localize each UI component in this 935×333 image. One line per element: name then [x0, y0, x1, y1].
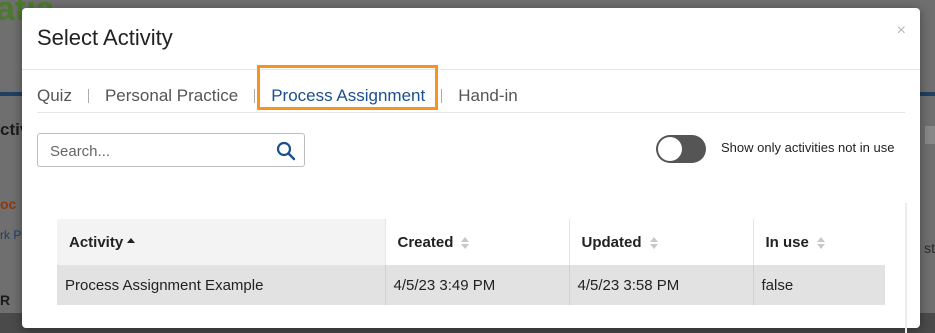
tab-separator — [441, 89, 443, 103]
tab-hand-in[interactable]: Hand-in — [458, 86, 518, 106]
background-corner-icon — [925, 126, 935, 144]
sort-ascending-icon — [127, 237, 136, 243]
scrollbar[interactable] — [905, 203, 907, 333]
column-header-in-use[interactable]: In use — [753, 219, 885, 265]
close-icon[interactable]: × — [897, 22, 906, 40]
background-bottom-text: R — [0, 292, 11, 308]
dialog-title: Select Activity — [37, 25, 173, 50]
sort-icon — [649, 236, 658, 249]
sort-icon — [461, 236, 470, 249]
tab-quiz[interactable]: Quiz — [37, 86, 72, 106]
sort-icon — [816, 236, 825, 249]
column-header-updated[interactable]: Updated — [569, 219, 754, 265]
background-right-text: st — [924, 240, 935, 256]
column-label: Updated — [581, 233, 642, 251]
table-row[interactable]: Process Assignment Example 4/5/23 3:49 P… — [57, 265, 885, 305]
not-in-use-toggle[interactable] — [656, 135, 706, 163]
table-header-row: Activity Created Updated In use — [57, 219, 885, 265]
cell-activity: Process Assignment Example — [57, 265, 386, 305]
header-divider — [22, 69, 920, 70]
background-orange-text: oc — [0, 196, 17, 212]
toggle-label: Show only activities not in use — [721, 140, 895, 155]
tabs-divider — [37, 112, 905, 113]
cell-updated: 4/5/23 3:58 PM — [569, 265, 754, 305]
activities-table: Activity Created Updated In use Process … — [57, 219, 885, 305]
toggle-knob — [658, 137, 682, 161]
cell-created: 4/5/23 3:49 PM — [385, 265, 570, 305]
cell-in-use: false — [753, 265, 885, 305]
column-header-activity[interactable]: Activity — [57, 219, 386, 265]
tab-separator — [254, 89, 256, 103]
tab-process-assignment[interactable]: Process Assignment — [271, 86, 425, 106]
column-header-created[interactable]: Created — [385, 219, 570, 265]
search-box — [37, 133, 305, 167]
column-label: Activity — [69, 233, 124, 251]
column-label: In use — [765, 233, 809, 251]
select-activity-dialog: Select Activity × Quiz Personal Practice… — [22, 8, 920, 333]
background-link: rk P — [0, 228, 22, 242]
column-label: Created — [397, 233, 454, 251]
search-icon[interactable] — [276, 141, 296, 161]
tab-personal-practice[interactable]: Personal Practice — [105, 86, 238, 106]
activity-type-tabs: Quiz Personal Practice Process Assignmen… — [37, 78, 518, 114]
search-input[interactable] — [48, 140, 272, 162]
tab-separator — [87, 89, 89, 103]
